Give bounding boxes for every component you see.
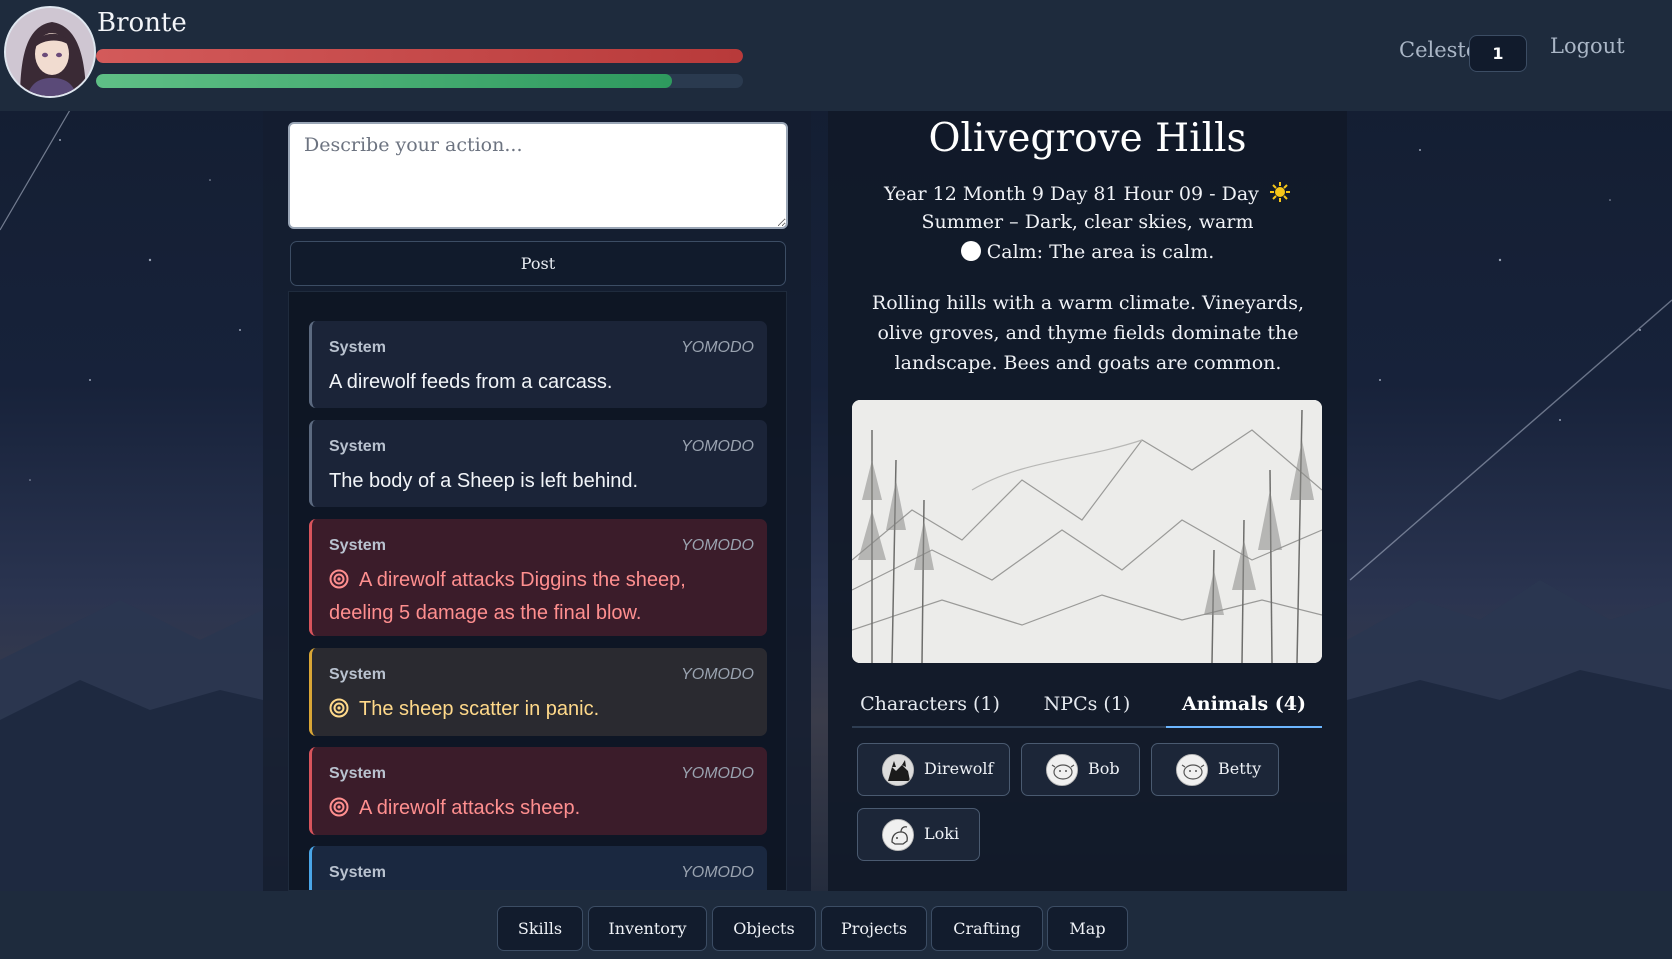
message-tag: YOMODO [681, 666, 754, 683]
wolf-icon [882, 754, 914, 786]
message-tag: YOMODO [681, 438, 754, 455]
message-tag: YOMODO [681, 864, 754, 881]
animal-name: Direwolf [924, 759, 994, 778]
entity-tabs: Characters (1) NPCs (1) Animals (4) [852, 684, 1322, 728]
animal-name: Betty [1218, 759, 1262, 778]
animal-chip-bob[interactable]: Bob [1021, 743, 1140, 796]
character-count-badge[interactable]: 1 [1469, 35, 1527, 72]
action-input[interactable] [288, 122, 788, 229]
nav-inventory-button[interactable]: Inventory [588, 906, 707, 951]
message-text: A direwolf feeds from a carcass. [329, 371, 613, 393]
message-body: The sheep scatter in panic. [329, 694, 727, 727]
feed-message: System YOMODO A direwolf feeds from a ca… [309, 321, 767, 408]
message-text: A direwolf attacks sheep. [359, 797, 581, 819]
time-line: Year 12 Month 9 Day 81 Hour 09 - Day [828, 181, 1347, 208]
sun-icon [1269, 181, 1291, 208]
health-bar-fill [96, 49, 743, 63]
health-bar [96, 49, 743, 63]
message-sender: System [329, 666, 386, 683]
message-sender: System [329, 765, 386, 782]
location-description: Rolling hills with a warm climate. Viney… [871, 292, 1305, 374]
nav-crafting-button[interactable]: Crafting [931, 906, 1043, 951]
target-icon [329, 568, 349, 598]
nav-projects-button[interactable]: Projects [821, 906, 927, 951]
message-sender: System [329, 537, 386, 554]
top-header: Bronte Celeste 1 Logout [0, 0, 1672, 111]
location-illustration [852, 400, 1322, 663]
character-name: Celeste [1399, 38, 1479, 62]
weather-line: Summer – Dark, clear skies, warm [921, 211, 1254, 233]
portrait-icon [6, 8, 94, 96]
animal-chip-direwolf[interactable]: Direwolf [857, 743, 1010, 796]
feed-message: System YOMODO A direwolf attacks sheep. [309, 747, 767, 835]
animal-name: Bob [1088, 759, 1120, 778]
logout-link[interactable]: Logout [1550, 34, 1625, 58]
animal-name: Loki [924, 824, 960, 843]
feed-message: System YOMODO [309, 846, 767, 890]
target-icon [329, 796, 349, 826]
stamina-bar [96, 74, 743, 88]
message-text: A direwolf attacks Diggins the sheep, de… [329, 569, 686, 624]
time-text: Year 12 Month 9 Day 81 Hour 09 - Day [884, 183, 1259, 205]
target-icon [329, 697, 349, 727]
location-title: Olivegrove Hills [928, 116, 1247, 161]
tab-animals[interactable]: Animals (4) [1166, 684, 1322, 728]
animal-chip-betty[interactable]: Betty [1151, 743, 1279, 796]
feed-message: System YOMODO The sheep scatter in panic… [309, 648, 767, 736]
message-sender: System [329, 864, 386, 881]
tab-npcs[interactable]: NPCs (1) [1009, 684, 1165, 728]
nav-objects-button[interactable]: Objects [712, 906, 816, 951]
tab-characters[interactable]: Characters (1) [852, 684, 1008, 728]
message-tag: YOMODO [681, 339, 754, 356]
feed-message: System YOMODO The body of a Sheep is lef… [309, 420, 767, 507]
calm-text: Calm: The area is calm. [986, 241, 1215, 263]
mountain-sketch-icon [852, 400, 1322, 663]
message-feed[interactable]: System YOMODO A direwolf feeds from a ca… [288, 291, 787, 891]
nav-map-button[interactable]: Map [1047, 906, 1128, 951]
sheep-icon [1176, 754, 1208, 786]
message-body: A direwolf attacks sheep. [329, 793, 727, 826]
message-text: The sheep scatter in panic. [359, 698, 600, 720]
message-tag: YOMODO [681, 537, 754, 554]
message-tag: YOMODO [681, 765, 754, 782]
post-button[interactable]: Post [290, 241, 786, 286]
sheep-icon [1046, 754, 1078, 786]
player-avatar[interactable] [4, 6, 96, 98]
player-name: Bronte [97, 8, 187, 38]
message-sender: System [329, 339, 386, 356]
calm-dot-icon [960, 241, 981, 261]
message-sender: System [329, 438, 386, 455]
calm-line: Calm: The area is calm. [828, 241, 1347, 263]
stamina-bar-fill [96, 74, 672, 88]
animal-chip-loki[interactable]: Loki [857, 808, 980, 861]
feed-message: System YOMODO A direwolf attacks Diggins… [309, 519, 767, 636]
message-text: The body of a Sheep is left behind. [329, 470, 639, 492]
goat-icon [882, 819, 914, 851]
nav-skills-button[interactable]: Skills [497, 906, 583, 951]
message-body: A direwolf attacks Diggins the sheep, de… [329, 565, 727, 628]
